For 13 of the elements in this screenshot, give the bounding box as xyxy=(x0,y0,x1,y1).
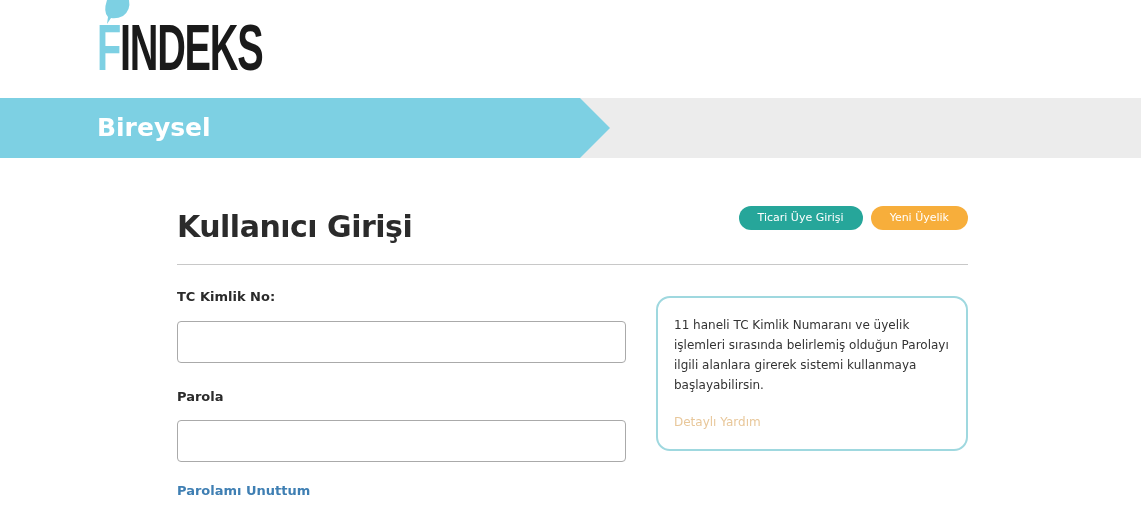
field-label: Parola xyxy=(177,387,225,406)
speech-bubble-icon xyxy=(103,0,131,24)
page-title: Kullanıcı Girişi xyxy=(177,208,413,246)
logo[interactable]: FINDEKS xyxy=(97,12,263,84)
forgot-password-link[interactable]: Parolamı Unuttum xyxy=(177,481,626,501)
banner-title: Bireysel xyxy=(97,112,211,145)
help-text: 11 haneli TC Kimlik Numaranı ve üyelik işlemleri sırasında belirlemiş olduğun Parolayı ilgili alanlara girerek sistemi kullanmaya başlayabilirsin. xyxy=(674,317,950,394)
commercial-login-button[interactable]: Ticari Üye Girişi xyxy=(738,206,863,230)
signup-button[interactable]: Yeni Üyelik xyxy=(870,206,968,230)
input-field[interactable] xyxy=(177,320,626,363)
help-link[interactable]: Detaylı Yardım xyxy=(674,413,956,431)
field-label: TC Kimlik No: xyxy=(177,288,277,306)
input-field[interactable] xyxy=(177,420,626,462)
